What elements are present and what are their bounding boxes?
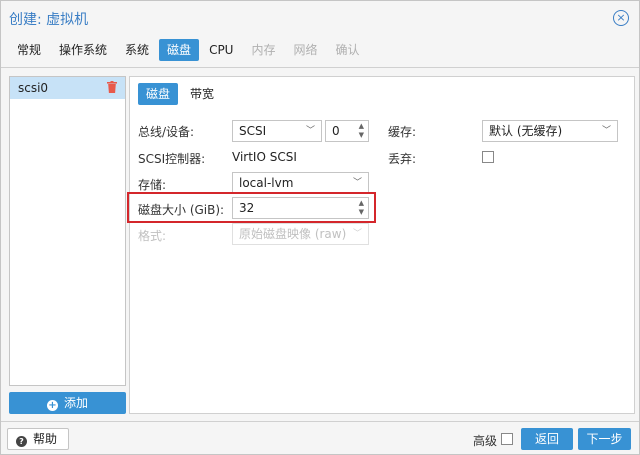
cache-select[interactable]: 默认 (无缓存) ﹀ — [482, 120, 618, 142]
wizard-tabs: 常规 操作系统 系统 磁盘 CPU 内存 网络 确认 — [9, 39, 370, 63]
format-label: 格式: — [138, 229, 167, 243]
add-disk-button[interactable]: + 添加 — [9, 392, 126, 414]
dialog-body: scsi0 + 添加 磁盘 带宽 总线/设备: SCSI ﹀ 0 ▲ ▼ 缓存:… — [1, 67, 639, 421]
disk-item-label: scsi0 — [18, 81, 49, 95]
discard-checkbox[interactable] — [482, 151, 494, 163]
tab-disks[interactable]: 磁盘 — [159, 39, 200, 61]
storage-value: local-lvm — [239, 176, 294, 190]
subtab-disk[interactable]: 磁盘 — [138, 83, 179, 105]
create-vm-dialog: 创建: 虚拟机 × 常规 操作系统 系统 磁盘 CPU 内存 网络 确认 scs… — [0, 0, 640, 455]
spinner-icon[interactable]: ▲ ▼ — [359, 122, 364, 140]
chevron-down-icon: ﹀ — [601, 126, 611, 136]
back-button[interactable]: 返回 — [521, 428, 573, 450]
scsi-controller-label: SCSI控制器: — [138, 152, 206, 166]
dialog-footer: ? 帮助 高级 返回 下一步 — [1, 421, 639, 454]
tab-system[interactable]: 系统 — [117, 39, 157, 61]
tab-network: 网络 — [293, 43, 318, 57]
disk-list-item-scsi0[interactable]: scsi0 — [10, 77, 125, 99]
disk-size-highlight — [127, 192, 376, 223]
help-button[interactable]: ? 帮助 — [7, 428, 69, 450]
tab-memory: 内存 — [251, 43, 276, 57]
bus-device-label: 总线/设备: — [138, 125, 195, 139]
tab-general[interactable]: 常规 — [9, 39, 49, 61]
tab-os[interactable]: 操作系统 — [51, 39, 115, 61]
add-disk-label: 添加 — [63, 396, 88, 410]
format-value: 原始磁盘映像 (raw) — [239, 227, 347, 241]
tab-cpu[interactable]: CPU — [201, 39, 241, 61]
device-index-value: 0 — [332, 124, 340, 138]
dialog-titlebar: 创建: 虚拟机 × — [1, 1, 639, 37]
discard-label: 丢弃: — [388, 152, 417, 166]
storage-select[interactable]: local-lvm ﹀ — [232, 172, 369, 194]
storage-label: 存储: — [138, 178, 167, 192]
plus-icon: + — [46, 400, 58, 411]
trash-icon[interactable] — [107, 81, 117, 93]
cache-value: 默认 (无缓存) — [489, 124, 563, 138]
next-button[interactable]: 下一步 — [578, 428, 631, 450]
disk-subtabs: 磁盘 带宽 — [138, 83, 226, 105]
dialog-title: 创建: 虚拟机 — [9, 12, 89, 28]
format-select: 原始磁盘映像 (raw) ﹀ — [232, 223, 369, 245]
cache-label: 缓存: — [388, 125, 417, 139]
bus-value: SCSI — [239, 124, 267, 138]
help-label: 帮助 — [33, 432, 58, 446]
chevron-down-icon: ﹀ — [352, 178, 362, 188]
advanced-label: 高级 — [473, 434, 498, 448]
scsi-controller-value: VirtIO SCSI — [232, 150, 297, 164]
advanced-checkbox[interactable] — [501, 433, 513, 445]
close-icon[interactable]: × — [613, 10, 629, 26]
bus-select[interactable]: SCSI ﹀ — [232, 120, 322, 142]
chevron-down-icon: ﹀ — [352, 229, 362, 239]
disk-list: scsi0 — [9, 76, 126, 386]
tab-confirm: 确认 — [335, 43, 360, 57]
device-index-stepper[interactable]: 0 ▲ ▼ — [325, 120, 369, 142]
chevron-down-icon: ﹀ — [305, 126, 315, 136]
question-icon: ? — [16, 436, 27, 447]
subtab-bandwidth[interactable]: 带宽 — [182, 83, 222, 105]
disk-settings-panel: 磁盘 带宽 总线/设备: SCSI ﹀ 0 ▲ ▼ 缓存: 默认 (无缓存) ﹀ SCS… — [129, 76, 635, 414]
